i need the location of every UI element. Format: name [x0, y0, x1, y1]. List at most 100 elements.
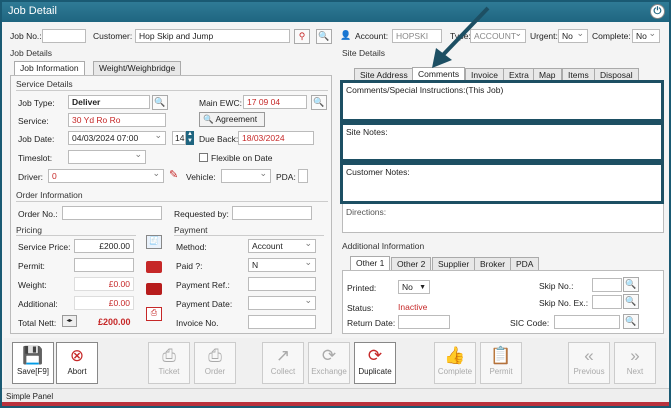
tab-pda[interactable]: PDA	[510, 257, 540, 271]
complete-button[interactable]: 👍 Complete	[434, 342, 476, 384]
flexible-checkbox[interactable]	[199, 153, 208, 162]
previous-button[interactable]: « Previous	[568, 342, 610, 384]
requested-by-field[interactable]	[232, 206, 312, 220]
invoice-icon[interactable]: ⎙	[146, 307, 162, 321]
payment-ref-label: Payment Ref.:	[176, 280, 230, 290]
tab-other-2[interactable]: Other 2	[391, 257, 432, 271]
customer-label: Customer:	[93, 31, 133, 41]
divider	[16, 90, 328, 91]
weight-field[interactable]: £0.00	[74, 277, 134, 291]
tab-job-information[interactable]: Job Information	[14, 61, 85, 76]
customer-search-icon[interactable]: 🔍	[316, 29, 332, 44]
due-back-field[interactable]: 18/03/2024	[238, 131, 314, 145]
job-date-field[interactable]: 04/03/2024 07:00	[68, 131, 166, 145]
urgent-select[interactable]: No	[558, 29, 588, 43]
days-field[interactable]: 14	[172, 131, 186, 145]
agreement-label: Agreement	[215, 114, 258, 124]
additional-field[interactable]: £0.00	[74, 296, 134, 310]
complete-select[interactable]: No	[632, 29, 660, 43]
site-notes-label: Site Notes:	[346, 127, 388, 137]
requested-by-label: Requested by:	[174, 209, 229, 219]
service-price-field[interactable]: £200.00	[74, 239, 134, 253]
window-title: Job Detail	[8, 5, 57, 17]
bottom-accent-line	[2, 402, 669, 406]
skip-no-field[interactable]	[592, 278, 622, 292]
payment-ref-field[interactable]	[248, 277, 316, 291]
ewc-search-icon[interactable]: 🔍	[311, 95, 327, 110]
site-notes-textarea[interactable]: Site Notes:	[340, 122, 664, 162]
previous-label: Previous	[573, 367, 605, 376]
order-button[interactable]: ⎙ Order	[194, 342, 236, 384]
return-date-field[interactable]	[398, 315, 450, 329]
site-details-title: Site Details	[342, 48, 385, 58]
card-icon[interactable]	[146, 261, 162, 273]
save-icon: 💾	[22, 346, 44, 365]
main-ewc-field[interactable]: 17 09 04	[243, 95, 307, 109]
paid-select[interactable]: N	[248, 258, 316, 272]
method-select[interactable]: Account	[248, 239, 316, 253]
pda-field[interactable]	[298, 169, 308, 183]
job-type-search-icon[interactable]: 🔍	[152, 95, 168, 110]
timeslot-label: Timeslot:	[18, 153, 53, 163]
comments-textarea[interactable]: Comments/Special Instructions:(This Job)	[340, 80, 664, 122]
payment-date-select[interactable]	[248, 296, 316, 310]
vehicle-label: Vehicle:	[186, 172, 216, 182]
clipboard-icon: 📋	[490, 346, 512, 365]
duplicate-button[interactable]: ⟳ Duplicate	[354, 342, 396, 384]
weight-label: Weight:	[18, 280, 47, 290]
save-button[interactable]: 💾 Save[F9]	[12, 342, 54, 384]
customer-pin-icon[interactable]: ⚲	[294, 29, 310, 44]
title-bar: Job Detail ⏻	[2, 2, 669, 22]
printer-icon: ⎙	[208, 346, 222, 365]
job-no-field[interactable]	[42, 29, 86, 43]
exchange-label: Exchange	[311, 367, 347, 376]
service-field[interactable]: 30 Yd Ro Ro	[68, 113, 166, 127]
permit-button[interactable]: 📋 Permit	[480, 342, 522, 384]
thumbs-up-icon: 👍	[444, 346, 466, 365]
timeslot-select[interactable]	[68, 150, 146, 164]
job-type-field[interactable]: Deliver	[68, 95, 150, 109]
customer-field[interactable]: Hop Skip and Jump	[135, 29, 290, 43]
skip-no-search-icon[interactable]: 🔍	[623, 277, 639, 292]
receipt-icon[interactable]: 🧾	[146, 235, 162, 249]
printed-select[interactable]: No ▼	[398, 280, 430, 294]
main-ewc-label: Main EWC:	[199, 98, 242, 108]
comments-label: Comments/Special Instructions:(This Job)	[346, 85, 504, 95]
pricing-title: Pricing	[16, 225, 42, 235]
duplicate-icon: ⟳	[367, 346, 383, 365]
ticket-button[interactable]: ⎙ Ticket	[148, 342, 190, 384]
collect-button[interactable]: ↗ Collect	[262, 342, 304, 384]
total-toggle-icon[interactable]: ◂▸	[62, 315, 77, 327]
skip-no-ex-field[interactable]	[592, 295, 622, 309]
tab-broker[interactable]: Broker	[474, 257, 512, 271]
tab-supplier[interactable]: Supplier	[432, 257, 476, 271]
days-spinner[interactable]: ▲ ▼	[186, 131, 194, 145]
driver-pencil-icon[interactable]: ✎	[169, 168, 178, 181]
power-icon[interactable]: ⏻	[650, 4, 665, 19]
customer-notes-textarea[interactable]: Customer Notes:	[340, 162, 664, 204]
driver-select[interactable]: 0	[48, 169, 164, 183]
sic-code-search-icon[interactable]: 🔍	[623, 314, 639, 329]
tab-other-1[interactable]: Other 1	[350, 256, 391, 271]
collect-label: Collect	[270, 367, 296, 376]
duplicate-label: Duplicate	[358, 367, 392, 376]
pda-label: PDA:	[276, 172, 296, 182]
skip-no-ex-label: Skip No. Ex.:	[539, 298, 589, 308]
job-details-title: Job Details	[10, 48, 53, 58]
order-no-field[interactable]	[62, 206, 162, 220]
permit-field[interactable]	[74, 258, 134, 272]
invoice-no-field[interactable]	[248, 315, 316, 329]
divider	[16, 201, 328, 202]
skip-no-ex-search-icon[interactable]: 🔍	[623, 294, 639, 309]
next-button[interactable]: » Next	[614, 342, 656, 384]
abort-button[interactable]: ⊗ Abort	[56, 342, 98, 384]
printed-label: Printed:	[347, 283, 377, 293]
card-payment-icon[interactable]	[146, 283, 162, 295]
vehicle-select[interactable]	[221, 169, 271, 183]
exchange-button[interactable]: ⟳ Exchange	[308, 342, 350, 384]
agreement-button[interactable]: 🔍 Agreement	[199, 112, 265, 127]
tab-weight-weighbridge[interactable]: Weight/Weighbridge	[93, 61, 182, 75]
dropdown-arrow-icon: ▼	[419, 284, 426, 291]
sic-code-field[interactable]	[554, 315, 620, 329]
collect-arrow-icon: ↗	[275, 346, 291, 365]
